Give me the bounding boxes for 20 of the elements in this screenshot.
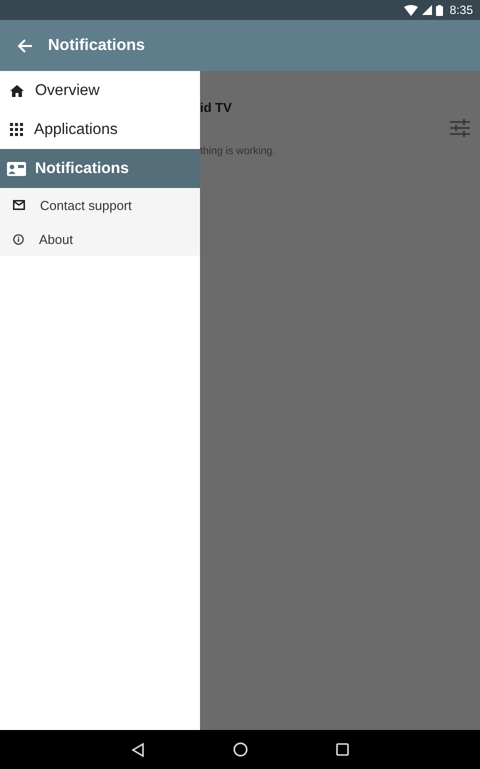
- drawer-item[interactable]: Contact support: [0, 188, 200, 222]
- mail-icon: [13, 200, 25, 210]
- back-icon[interactable]: [131, 742, 145, 756]
- signal-icon: [422, 5, 432, 15]
- contact-card-icon: [7, 162, 26, 176]
- drawer-item[interactable]: Notifications: [0, 149, 200, 188]
- back-arrow-icon[interactable]: [17, 38, 33, 54]
- content-message: thing is working.: [200, 145, 276, 157]
- wifi-icon: [404, 4, 418, 16]
- content-title: id TV: [200, 100, 232, 115]
- drawer-item[interactable]: About: [0, 222, 200, 256]
- app-bar-title: Notifications: [48, 36, 145, 54]
- battery-icon: [436, 4, 443, 16]
- home-icon: [10, 84, 24, 98]
- status-time: 8:35: [450, 3, 473, 17]
- sliders-icon[interactable]: [450, 119, 470, 137]
- info-icon: [13, 234, 24, 244]
- grid-icon: [10, 123, 23, 136]
- recents-icon[interactable]: [336, 743, 349, 756]
- home-button-icon[interactable]: [233, 742, 248, 757]
